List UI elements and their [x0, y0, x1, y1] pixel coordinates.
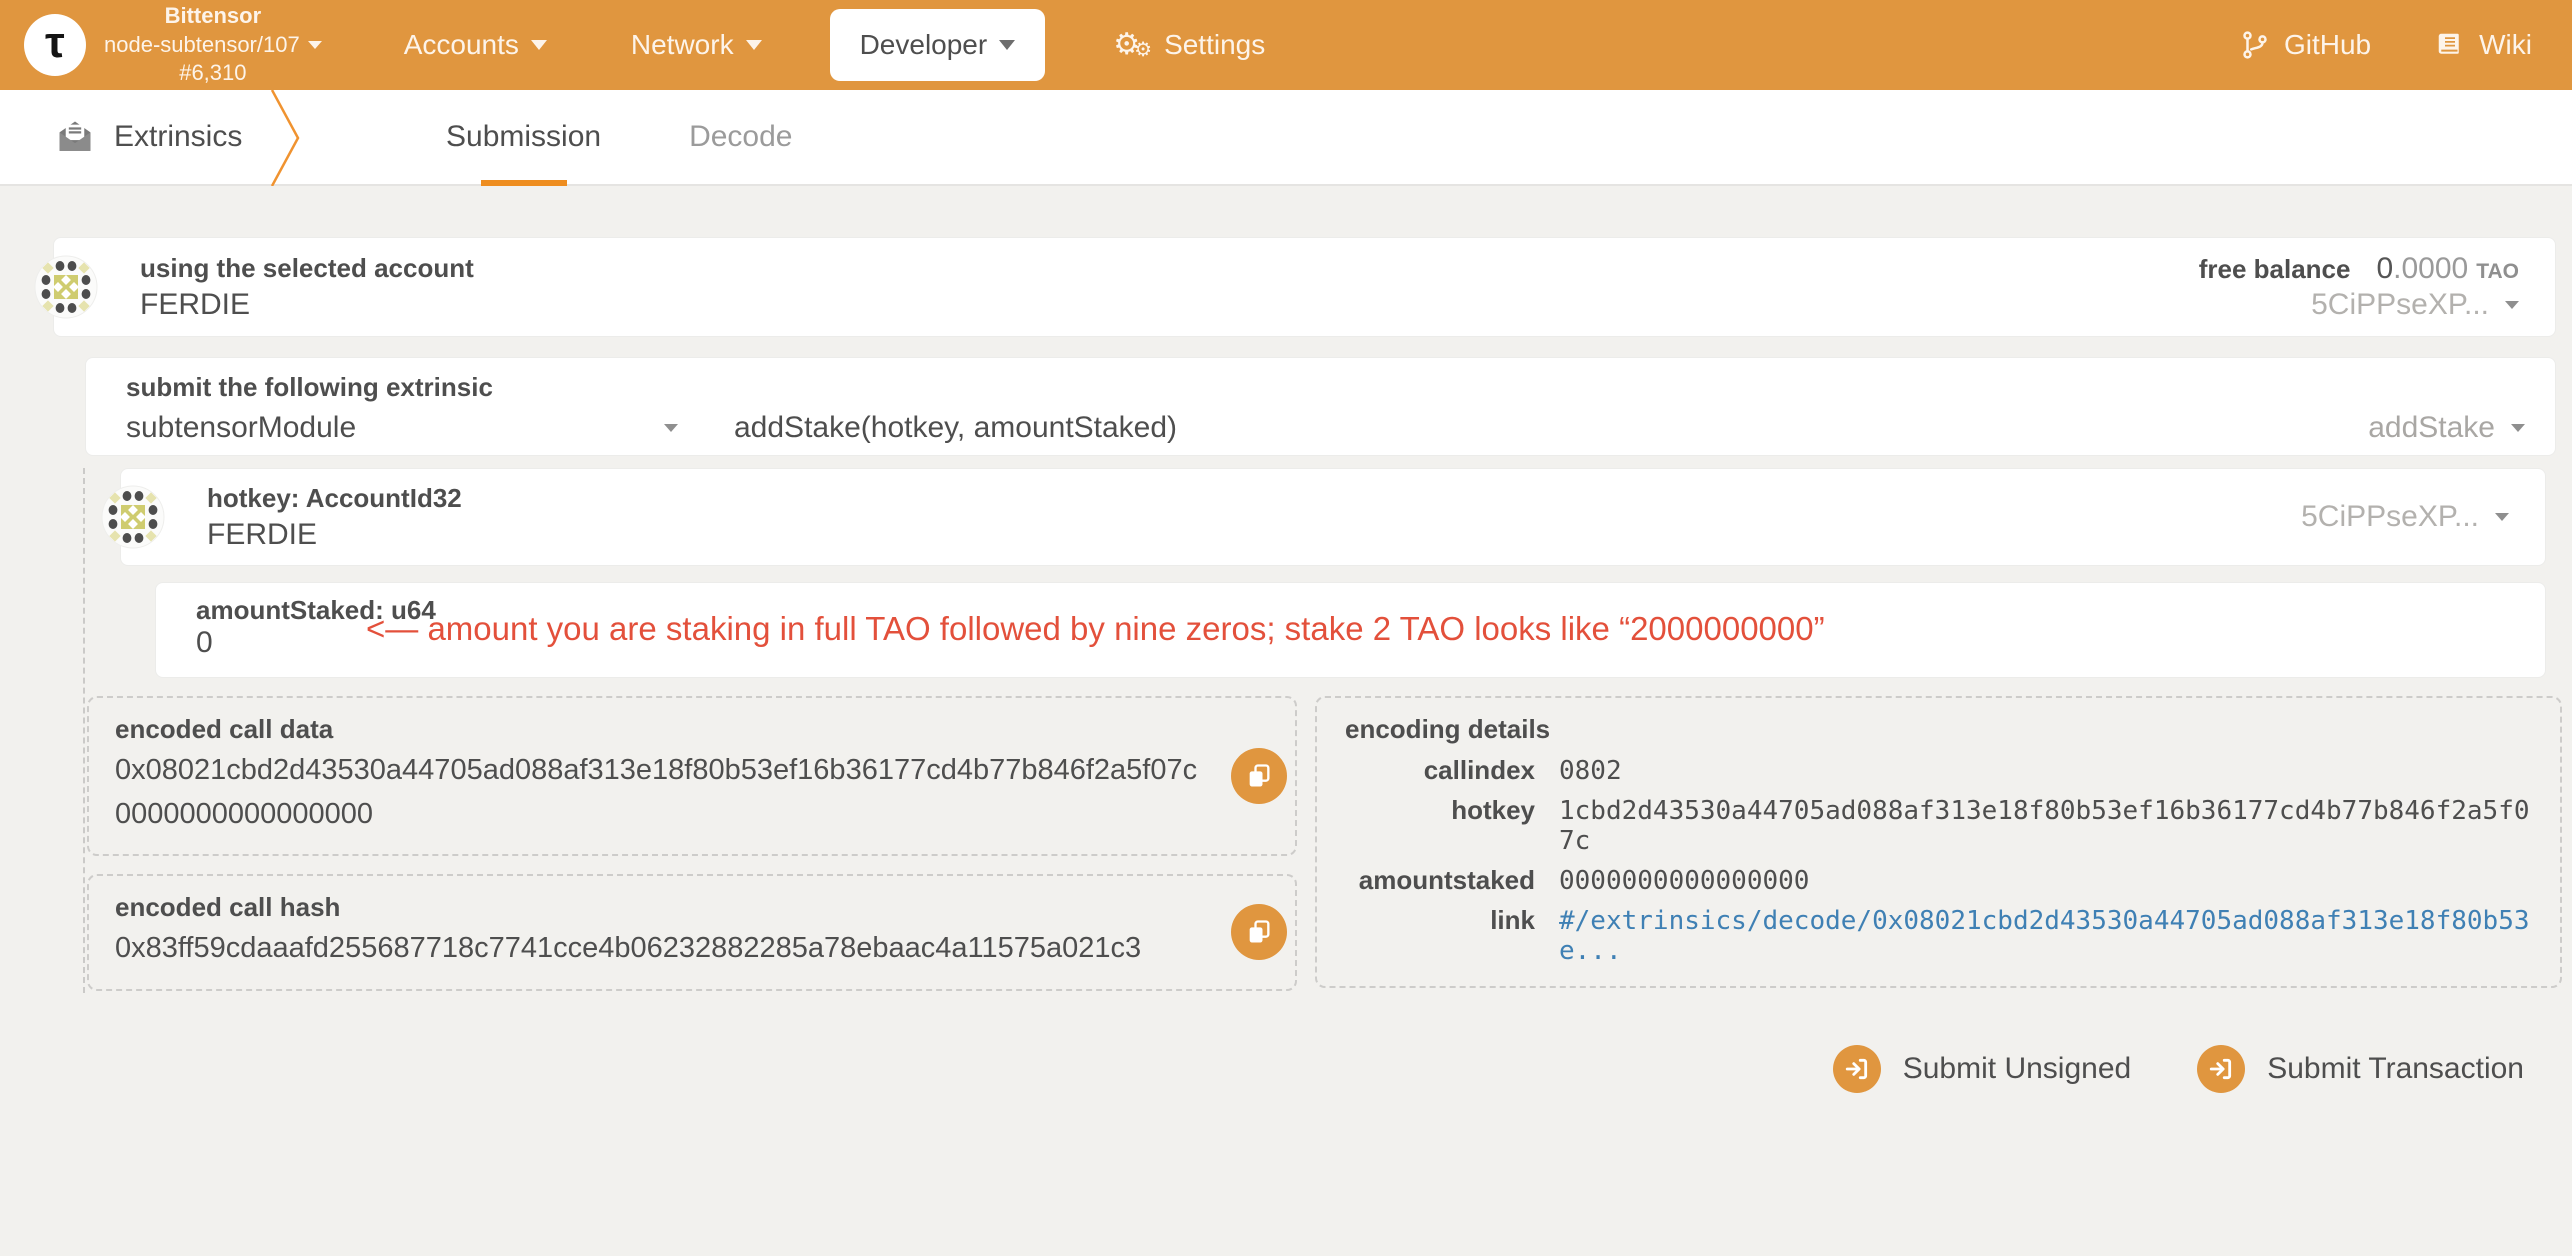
identicon-ferdie — [34, 255, 98, 319]
account-select-label: using the selected account — [140, 252, 474, 283]
page-content: using the selected account FERDIE free b… — [0, 186, 2572, 1093]
chevron-down-icon — [999, 40, 1016, 50]
section-title-label: Extrinsics — [114, 120, 243, 153]
free-balance-line: free balance 0.0000 TAO — [2199, 252, 2519, 286]
module-select[interactable]: subtensorModule — [126, 411, 734, 445]
encoding-row-link: link #/extrinsics/decode/0x08021cbd2d435… — [1345, 905, 2532, 966]
tau-logo-glyph: τ — [45, 18, 65, 67]
encoded-call-hash-value: 0x83ff59cdaaafd255687718c7741cce4b062328… — [115, 932, 1142, 964]
top-header-bar: τ Bittensor node-subtensor/107 #6,310 Ac… — [0, 0, 2572, 90]
encoded-call-hash-label: encoded call hash — [115, 892, 341, 922]
chevron-down-icon — [2511, 424, 2525, 432]
copy-icon — [1249, 764, 1270, 787]
free-balance-value: 0.0000 TAO — [2376, 252, 2519, 285]
chevron-down-icon — [664, 424, 678, 432]
tab-decode[interactable]: Decode — [645, 90, 836, 184]
param-hotkey-row[interactable]: hotkey: AccountId32 FERDIE 5CiPPseXP... — [101, 468, 2546, 566]
encoding-details-rows: callindex 0802 hotkey 1cbd2d43530a44705a… — [1345, 755, 2532, 966]
encoding-row-amountstaked: amountstaked 0000000000000000 — [1358, 865, 1810, 896]
app-screen: τ Bittensor node-subtensor/107 #6,310 Ac… — [0, 0, 2572, 1256]
sign-in-icon — [2197, 1044, 2246, 1093]
account-address-dropdown[interactable]: 5CiPPseXP... — [2311, 288, 2519, 322]
account-balance-block: free balance 0.0000 TAO 5CiPPseXP... — [2199, 252, 2519, 322]
block-number: #6,310 — [179, 60, 247, 86]
hotkey-param-info: hotkey: AccountId32 FERDIE — [207, 483, 462, 552]
wiki-link[interactable]: Wiki — [2435, 29, 2532, 61]
tab-submission[interactable]: Submission — [402, 90, 645, 184]
copy-call-data-button[interactable] — [1231, 748, 1287, 804]
encoding-details-label: encoding details — [1345, 714, 1551, 744]
node-version[interactable]: node-subtensor/107 — [104, 31, 322, 60]
selected-account-info: using the selected account FERDIE — [140, 253, 474, 322]
copy-call-hash-button[interactable] — [1231, 904, 1287, 961]
hotkey-address-dropdown[interactable]: 5CiPPseXP... — [2301, 500, 2509, 534]
chevron-down-icon — [2495, 513, 2509, 521]
sign-in-icon — [1832, 1044, 1881, 1093]
git-branch-icon — [2243, 31, 2267, 59]
chevron-down-icon — [745, 40, 762, 50]
book-icon — [2438, 33, 2459, 54]
param-amount-row: amountStaked: u64 0 <— amount you are st… — [155, 582, 2546, 678]
chevron-down-icon — [307, 41, 322, 49]
encoded-output-left-column: encoded call data 0x08021cbd2d43530a4470… — [87, 696, 1297, 991]
submit-unsigned-button[interactable]: Submit Unsigned — [1832, 1044, 2131, 1093]
main-nav: Accounts Network Developer ⚙ ⚙ Settings — [362, 0, 1308, 90]
tabs: Submission Decode — [402, 90, 836, 184]
encoding-row-callindex: callindex 0802 — [1423, 755, 1622, 786]
hotkey-param-label: hotkey: AccountId32 — [207, 482, 462, 513]
encoding-details-box: encoding details callindex 0802 hotkey 1… — [1315, 696, 2562, 988]
node-info-block[interactable]: Bittensor node-subtensor/107 #6,310 — [104, 2, 322, 88]
section-divider-chevron — [270, 90, 300, 186]
call-signature: addStake(hotkey, amountStaked) — [734, 411, 1178, 444]
nav-item-developer[interactable]: Developer — [829, 9, 1046, 81]
encoded-call-data-value: 0x08021cbd2d43530a44705ad088af313e18f80b… — [115, 754, 1198, 830]
section-title-extrinsics: Extrinsics — [0, 90, 268, 184]
bittensor-logo[interactable]: τ — [24, 14, 86, 76]
account-name: FERDIE — [140, 287, 251, 321]
encoded-output-row: encoded call data 0x08021cbd2d43530a4470… — [87, 696, 2572, 991]
tab-bar: Extrinsics Submission Decode — [0, 90, 2572, 186]
encoded-call-hash-box: encoded call hash 0x83ff59cdaaafd2556877… — [87, 874, 1297, 991]
params-group: hotkey: AccountId32 FERDIE 5CiPPseXP... … — [83, 468, 2572, 993]
encoded-call-data-box: encoded call data 0x08021cbd2d43530a4470… — [87, 696, 1297, 856]
identicon-ferdie — [101, 485, 165, 549]
free-balance-label: free balance — [2198, 254, 2351, 284]
nav-item-settings[interactable]: ⚙ ⚙ Settings — [1071, 29, 1307, 61]
chain-name: Bittensor — [164, 3, 262, 29]
copy-icon — [1249, 920, 1270, 943]
hotkey-account-name: FERDIE — [207, 517, 318, 551]
extrinsic-select-row: submit the following extrinsic subtensor… — [85, 357, 2556, 456]
submit-actions-row: Submit Unsigned Submit Transaction — [0, 1044, 2572, 1093]
extrinsic-select-label: submit the following extrinsic — [126, 372, 493, 402]
hotkey-address-block: 5CiPPseXP... — [2301, 500, 2509, 534]
github-link[interactable]: GitHub — [2240, 29, 2371, 61]
call-select-dropdown[interactable]: addStake — [2368, 411, 2525, 445]
encoded-call-data-label: encoded call data — [115, 714, 334, 744]
mail-icon — [59, 121, 91, 151]
chevron-down-icon — [530, 40, 547, 50]
chevron-down-icon — [2505, 301, 2519, 309]
gears-icon: ⚙ ⚙ — [1113, 28, 1153, 61]
encoding-row-hotkey: hotkey 1cbd2d43530a44705ad088af313e18f80… — [1451, 795, 2530, 856]
amount-annotation-note: <— amount you are staking in full TAO fo… — [366, 610, 1825, 648]
decode-link[interactable]: #/extrinsics/decode/0x08021cbd2d43530a44… — [1559, 906, 2532, 966]
nav-item-accounts[interactable]: Accounts — [362, 29, 589, 61]
account-select-row[interactable]: using the selected account FERDIE free b… — [34, 237, 2556, 337]
submit-transaction-button[interactable]: Submit Transaction — [2197, 1044, 2524, 1093]
extrinsic-select-controls: subtensorModule addStake(hotkey, amountS… — [126, 411, 2525, 445]
nav-item-network[interactable]: Network — [589, 29, 804, 61]
